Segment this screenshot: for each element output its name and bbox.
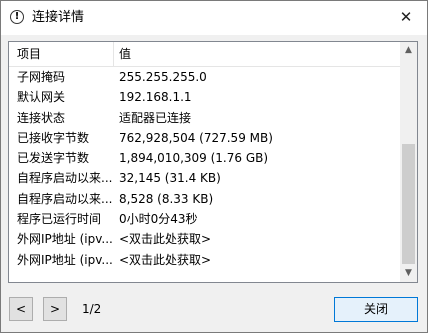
list-item[interactable]: 已发送字节数 1,894,010,309 (1.76 GB) <box>9 148 401 168</box>
list-item[interactable]: 连接状态 适配器已连接 <box>9 108 401 128</box>
list-item[interactable]: 子网掩码 255.255.255.0 <box>9 67 401 87</box>
vertical-scrollbar[interactable]: ▲ ▼ <box>400 42 417 282</box>
item-value: <双击此处获取> <box>119 252 212 267</box>
item-name: 已接收字节数 <box>17 130 90 145</box>
item-value: 32,145 (31.4 KB) <box>119 171 221 186</box>
item-name: 子网掩码 <box>17 70 66 84</box>
page-indicator: 1/2 <box>82 302 102 316</box>
list-rows: 子网掩码 255.255.255.0 默认网关 192.168.1.1 连接状态 适配… <box>9 67 401 270</box>
close-button[interactable]: 关闭 <box>334 297 418 322</box>
item-name: 连接状态 <box>17 110 66 125</box>
details-list[interactable]: 项目 值 子网掩码 255.255.255.0 默认网关 192.168.1.1 连… <box>8 41 418 283</box>
list-item[interactable]: 已接收字节数 762,928,504 (727.59 MB) <box>9 128 401 148</box>
list-item[interactable]: 自程序启动以来... 32,145 (31.4 KB) <box>9 168 401 188</box>
title-bar: ! 连接详情 ✕ <box>1 1 427 35</box>
item-name: 自程序启动以来... <box>17 191 113 206</box>
item-name: 已发送字节数 <box>17 151 90 166</box>
column-header-item[interactable]: 项目 <box>17 46 41 62</box>
previous-page-button[interactable]: < <box>9 297 33 321</box>
list-item[interactable]: 外网IP地址 (ipv... <双击此处获取> <box>9 229 401 249</box>
info-icon: ! <box>10 10 24 24</box>
item-value: 762,928,504 (727.59 MB) <box>119 130 273 145</box>
close-icon[interactable]: ✕ <box>393 5 419 29</box>
item-name: 外网IP地址 (ipv... <box>17 232 113 247</box>
scrollbar-thumb[interactable] <box>402 144 415 264</box>
item-value: 192.168.1.1 <box>119 90 192 105</box>
item-name: 默认网关 <box>17 90 66 105</box>
item-name: 程序已运行时间 <box>17 212 102 227</box>
next-page-button[interactable]: > <box>43 297 67 321</box>
item-value: 255.255.255.0 <box>119 70 207 84</box>
item-value: 1,894,010,309 (1.76 GB) <box>119 151 269 166</box>
item-value: <双击此处获取> <box>119 232 212 247</box>
list-item[interactable]: 程序已运行时间 0小时0分43秒 <box>9 209 401 229</box>
item-name: 外网IP地址 (ipv... <box>17 252 113 267</box>
list-item[interactable]: 默认网关 192.168.1.1 <box>9 87 401 107</box>
scroll-down-icon[interactable]: ▼ <box>400 265 417 282</box>
connection-details-dialog: ! 连接详情 ✕ 项目 值 子网掩码 255.255.255.0 默认网关 192.… <box>0 0 428 333</box>
column-header-value[interactable]: 值 <box>119 46 131 62</box>
dialog-body: 项目 值 子网掩码 255.255.255.0 默认网关 192.168.1.1 连… <box>1 35 427 332</box>
item-name: 自程序启动以来... <box>17 171 113 186</box>
item-value: 0小时0分43秒 <box>119 212 198 227</box>
item-value: 适配器已连接 <box>119 110 192 125</box>
window-title: 连接详情 <box>32 10 85 25</box>
item-value: 8,528 (8.33 KB) <box>119 191 214 206</box>
column-divider[interactable] <box>113 42 114 66</box>
list-item[interactable]: 外网IP地址 (ipv... <双击此处获取> <box>9 250 401 270</box>
scroll-up-icon[interactable]: ▲ <box>400 42 417 59</box>
list-item[interactable]: 自程序启动以来... 8,528 (8.33 KB) <box>9 189 401 209</box>
list-header: 项目 值 <box>9 42 401 67</box>
